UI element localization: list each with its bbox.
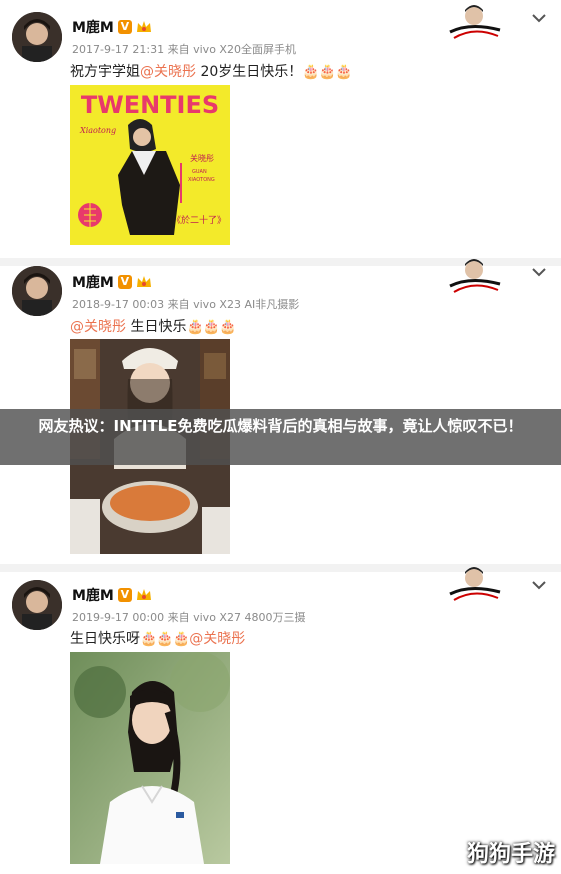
crown-icon [136, 588, 152, 602]
username[interactable]: M鹿M V [72, 17, 152, 37]
username[interactable]: M鹿M V [72, 585, 152, 605]
post-text: @关晓彤 生日快乐🎂🎂🎂 [70, 319, 237, 335]
mention-link[interactable]: @关晓彤 [70, 319, 126, 335]
post-text: 祝方宇学姐@关晓彤 20岁生日快乐！🎂🎂🎂 [70, 64, 353, 80]
post-text: 生日快乐呀🎂🎂🎂@关晓彤 [70, 631, 246, 647]
signature-logo [449, 5, 501, 39]
username-text[interactable]: M鹿M [72, 585, 114, 605]
post-meta: 2019-9-17 00:00 来自 vivo X27 4800万三摄 [72, 611, 306, 624]
mention-link[interactable]: @关晓彤 [189, 631, 245, 647]
cake-emoji: 🎂🎂🎂 [302, 64, 352, 80]
poster-name-en1: GUAN [192, 169, 207, 175]
mention-link[interactable]: @关晓彤 [140, 64, 196, 80]
post-image[interactable] [70, 652, 230, 864]
post-meta: 2018-9-17 00:03 来自 vivo X23 AI非凡摄影 [72, 298, 300, 311]
post-meta: 2017-9-17 21:31 来自 vivo X20全面屏手机 [72, 43, 296, 56]
crown-icon [136, 275, 152, 289]
avatar[interactable] [12, 266, 62, 316]
post-1: M鹿M V 2017-9-17 21:31 来自 vivo X20全面屏手机 祝… [0, 0, 561, 258]
chevron-down-icon[interactable] [531, 13, 547, 23]
post-3: M鹿M V 2019-9-17 00:00 来自 vivo X27 4800万三… [0, 567, 561, 874]
chevron-down-icon[interactable] [531, 580, 547, 590]
poster-script: Xiaotong [79, 126, 116, 135]
poster-caption: 《於二十了》 [172, 214, 226, 226]
cake-emoji: 🎂🎂🎂 [140, 631, 190, 647]
poster-name-cn: 关晓彤 [190, 153, 214, 163]
crown-icon [136, 20, 152, 34]
chevron-down-icon[interactable] [531, 267, 547, 277]
username-text[interactable]: M鹿M [72, 17, 114, 37]
signature-logo [449, 567, 501, 601]
verified-badge: V [117, 275, 132, 289]
poster-name-en2: XIAOTONG [188, 177, 215, 183]
site-watermark: 狗狗手游 [466, 842, 555, 867]
post-image[interactable]: TWENTIES Xiaotong 关晓彤 GUAN XIAOTONG 《於二十… [70, 85, 230, 245]
poster-headline: TWENTIES [81, 91, 219, 119]
avatar[interactable] [12, 580, 62, 630]
verified-badge: V [117, 588, 132, 602]
cake-emoji: 🎂🎂🎂 [186, 319, 236, 335]
signature-logo [449, 259, 501, 293]
username[interactable]: M鹿M V [72, 272, 152, 292]
headline-banner: 网友热议：INTITLE免费吃瓜爆料背后的真相与故事，竟让人惊叹不已！ [0, 409, 561, 465]
verified-badge: V [117, 20, 132, 34]
avatar[interactable] [12, 12, 62, 62]
username-text[interactable]: M鹿M [72, 272, 114, 292]
